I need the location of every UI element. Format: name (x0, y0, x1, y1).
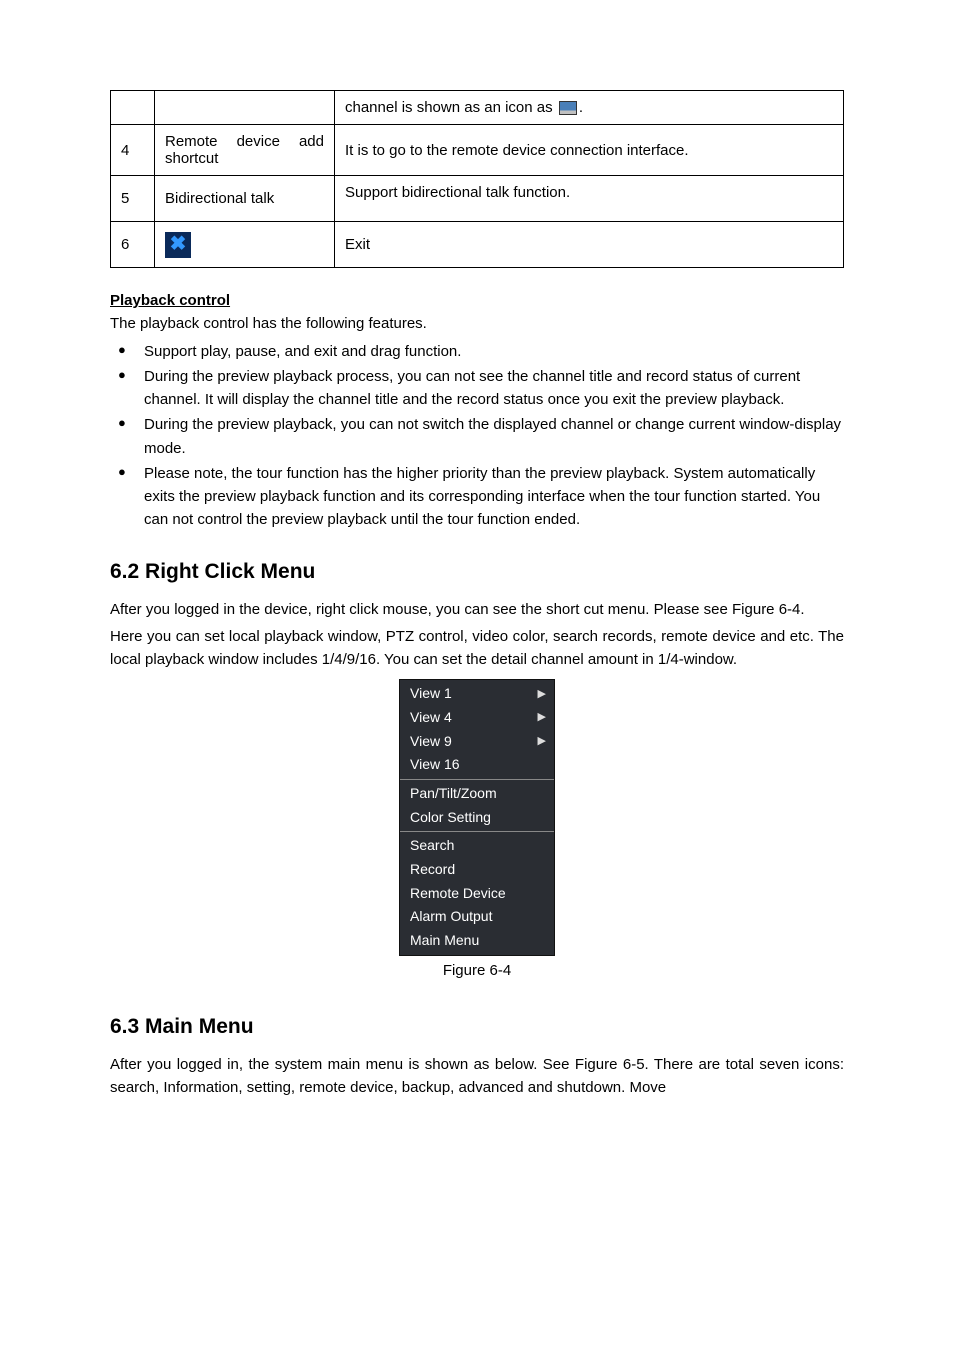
menu-item-alarm-output[interactable]: Alarm Output (400, 905, 554, 929)
chevron-right-icon: ▶ (538, 686, 546, 703)
menu-group-views: View 1 ▶ View 4 ▶ View 9 ▶ View 16 (400, 680, 554, 780)
table-row: 5 Bidirectional talk Support bidirection… (111, 176, 844, 222)
menu-item-view4[interactable]: View 4 ▶ (400, 706, 554, 730)
list-item: During the preview playback process, you… (110, 365, 844, 412)
menu-label: Search (410, 835, 454, 857)
menu-label: View 16 (410, 754, 460, 776)
section-6-2-para1: After you logged in the device, right cl… (110, 598, 844, 621)
cell-label (155, 91, 335, 125)
cell-desc: Support bidirectional talk function. (335, 176, 844, 222)
menu-item-view9[interactable]: View 9 ▶ (400, 730, 554, 754)
menu-label: Alarm Output (410, 906, 492, 928)
cell-desc: channel is shown as an icon as . (335, 91, 844, 125)
desc-suffix: . (579, 99, 583, 116)
cell-num: 6 (111, 222, 155, 268)
monitor-icon (559, 101, 577, 115)
table-row: 4 Remote device add shortcut It is to go… (111, 125, 844, 176)
section-6-2-para2: Here you can set local playback window, … (110, 625, 844, 672)
section-6-2-heading: 6.2 Right Click Menu (110, 560, 844, 584)
cell-desc: It is to go to the remote device connect… (335, 125, 844, 176)
desc-text: channel is shown as an icon as (345, 99, 553, 116)
cell-label: ✖ (155, 222, 335, 268)
table-row: 6 ✖ Exit (111, 222, 844, 268)
menu-item-search[interactable]: Search (400, 834, 554, 858)
exit-icon: ✖ (165, 232, 191, 258)
playback-bullets: Support play, pause, and exit and drag f… (110, 340, 844, 532)
menu-label: View 9 (410, 731, 452, 753)
chevron-right-icon: ▶ (538, 733, 546, 750)
menu-label: Main Menu (410, 930, 479, 952)
cell-num: 5 (111, 176, 155, 222)
table-row: channel is shown as an icon as . (111, 91, 844, 125)
menu-item-view1[interactable]: View 1 ▶ (400, 682, 554, 706)
menu-item-main-menu[interactable]: Main Menu (400, 929, 554, 953)
playback-title: Playback control (110, 292, 844, 309)
menu-label: Pan/Tilt/Zoom (410, 783, 497, 805)
context-menu: View 1 ▶ View 4 ▶ View 9 ▶ View 16 Pan/T… (399, 679, 555, 956)
menu-item-remote-device[interactable]: Remote Device (400, 882, 554, 906)
cell-label: Remote device add shortcut (155, 125, 335, 176)
menu-item-color[interactable]: Color Setting (400, 806, 554, 830)
chevron-right-icon: ▶ (538, 709, 546, 726)
cell-label: Bidirectional talk (155, 176, 335, 222)
menu-group-main: Search Record Remote Device Alarm Output… (400, 832, 554, 954)
list-item: During the preview playback, you can not… (110, 413, 844, 460)
menu-item-ptz[interactable]: Pan/Tilt/Zoom (400, 782, 554, 806)
menu-label: Color Setting (410, 807, 491, 829)
menu-item-view16[interactable]: View 16 (400, 753, 554, 777)
playback-intro: The playback control has the following f… (110, 313, 844, 336)
cell-num (111, 91, 155, 125)
list-item: Support play, pause, and exit and drag f… (110, 340, 844, 363)
menu-item-record[interactable]: Record (400, 858, 554, 882)
section-6-3-para: After you logged in, the system main men… (110, 1053, 844, 1100)
cell-desc: Exit (335, 222, 844, 268)
menu-label: Record (410, 859, 455, 881)
menu-label: Remote Device (410, 883, 506, 905)
info-table: channel is shown as an icon as . 4 Remot… (110, 90, 844, 268)
menu-group-ptz: Pan/Tilt/Zoom Color Setting (400, 780, 554, 832)
list-item: Please note, the tour function has the h… (110, 462, 844, 532)
menu-label: View 1 (410, 683, 452, 705)
cell-num: 4 (111, 125, 155, 176)
section-6-3-heading: 6.3 Main Menu (110, 1015, 844, 1039)
menu-label: View 4 (410, 707, 452, 729)
figure-caption: Figure 6-4 (110, 962, 844, 979)
